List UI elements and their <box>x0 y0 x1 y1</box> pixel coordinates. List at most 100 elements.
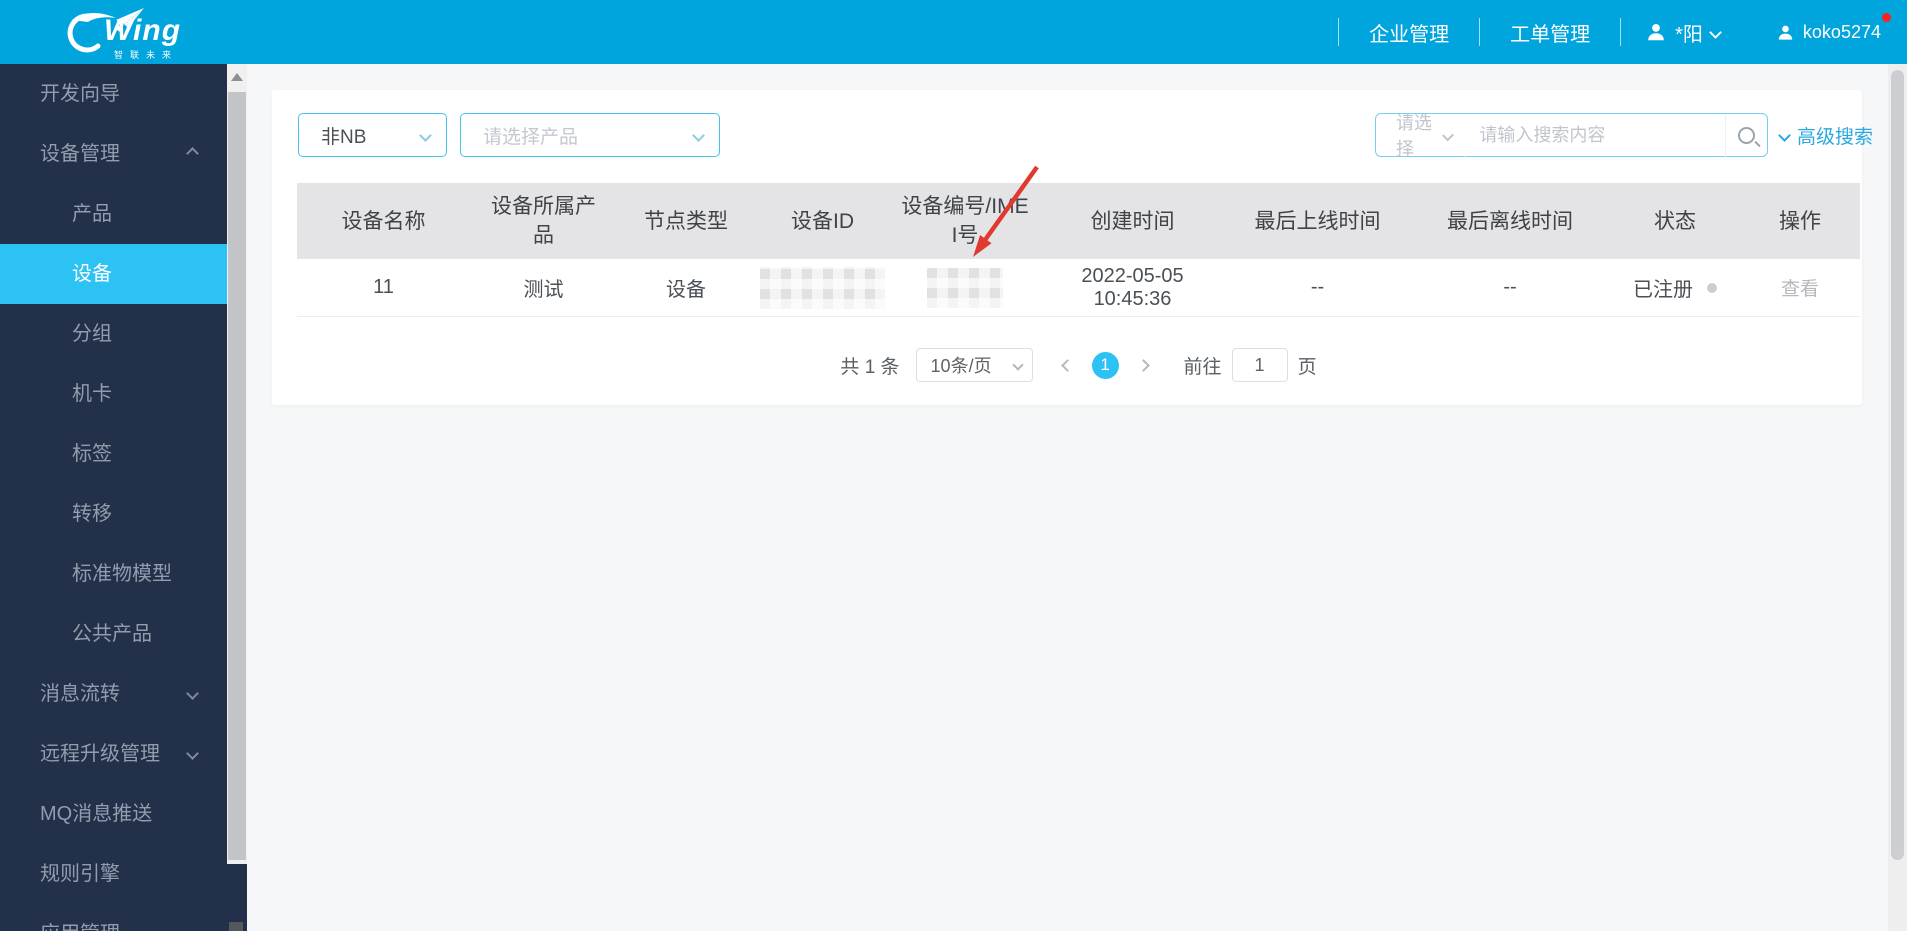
sidebar-item-label: 远程升级管理 <box>40 743 160 765</box>
cell-action: 查看 <box>1740 259 1860 316</box>
sidebar-item-label: 设备 <box>72 263 112 285</box>
sidebar-item-product[interactable]: 产品 <box>0 184 227 244</box>
page-size-select[interactable]: 10条/页 <box>915 348 1033 382</box>
col-status: 状态 <box>1654 209 1696 233</box>
sidebar-item-label: 产品 <box>72 203 112 225</box>
sidebar-item-standard-model[interactable]: 标准物模型 <box>0 544 227 604</box>
sidebar-item-label: 分组 <box>72 323 112 345</box>
cell-imei <box>890 259 1040 316</box>
status-dot-icon <box>1707 282 1717 293</box>
col-device-id: 设备ID <box>791 209 854 233</box>
cell-created-at: 2022-05-05 10:45:36 <box>1081 264 1184 310</box>
chevron-down-icon <box>1778 128 1791 142</box>
sidebar-item-rule-engine[interactable]: 规则引擎 <box>0 844 227 904</box>
device-table: 设备名称 设备所属产品 节点类型 设备ID 设备编号/IMEI号 创建时间 最后… <box>297 183 1860 317</box>
table-row: 11 测试 设备 2022-05-05 10:45:36 -- -- 已注册 查… <box>297 259 1860 317</box>
col-device-name: 设备名称 <box>341 209 426 233</box>
sidebar-item-label: 设备管理 <box>40 143 120 165</box>
page-number-1[interactable]: 1 <box>1091 351 1119 379</box>
sidebar-item-app-mgmt[interactable]: 应用管理 <box>0 904 227 931</box>
col-product: 设备所属产品 <box>491 195 596 247</box>
chevron-down-icon <box>419 128 432 142</box>
sidebar-item-dev-wizard[interactable]: 开发向导 <box>0 64 227 124</box>
sidebar-item-group[interactable]: 分组 <box>0 304 227 364</box>
divider <box>1479 18 1481 46</box>
sidebar-item-label: 转移 <box>72 503 112 525</box>
search-button[interactable] <box>1726 114 1767 156</box>
product-select[interactable]: 请选择产品 <box>460 113 720 157</box>
sidebar-item-mq-push[interactable]: MQ消息推送 <box>0 784 227 844</box>
scrollbar-thumb[interactable] <box>228 92 246 860</box>
cell-last-offline: -- <box>1503 276 1517 298</box>
advanced-search-label: 高级搜索 <box>1797 126 1874 148</box>
header-nav: 企业管理 工单管理 *阳 koko5274 <box>1314 12 1891 47</box>
nav-workorder-mgmt[interactable]: 工单管理 <box>1504 18 1596 47</box>
sidebar-nav: 开发向导 设备管理 产品 设备 分组 机卡 标签 转移 标准物模型 公共产品 消… <box>0 64 227 931</box>
next-page-button[interactable] <box>1133 358 1154 373</box>
pagination: 共 1 条 10条/页 1 前往 页 <box>297 343 1860 387</box>
nav-enterprise-mgmt[interactable]: 企业管理 <box>1363 18 1455 47</box>
user-menu[interactable]: *阳 <box>1645 18 1722 47</box>
chevron-down-icon <box>186 687 199 700</box>
sidebar-item-device[interactable]: 设备 <box>0 244 227 304</box>
chevron-down-icon <box>186 747 199 760</box>
col-created-at: 创建时间 <box>1090 209 1175 233</box>
col-imei: 设备编号/IMEI号 <box>901 195 1029 247</box>
search-field-placeholder: 请选择 <box>1396 113 1432 159</box>
page-scrollbar-thumb[interactable] <box>1891 70 1904 860</box>
divider <box>1620 18 1622 46</box>
page-scrollbar[interactable] <box>1888 64 1907 931</box>
device-type-value: 非NB <box>321 126 367 148</box>
chevron-down-icon <box>1709 25 1722 39</box>
chevron-left-icon <box>1060 358 1074 372</box>
person-icon <box>1648 24 1664 41</box>
page-size-value: 10条/页 <box>930 356 992 376</box>
cell-product: 测试 <box>523 279 564 301</box>
sidebar-item-public-product[interactable]: 公共产品 <box>0 604 227 664</box>
goto-page-input[interactable] <box>1231 348 1288 382</box>
sidebar-item-label: 公共产品 <box>72 623 152 645</box>
scrollbar-corner <box>229 922 243 931</box>
brand-tagline: 智联未来 <box>114 50 179 60</box>
account-menu[interactable]: koko5274 <box>1776 12 1891 43</box>
redacted-imei <box>927 267 1003 308</box>
product-select-placeholder: 请选择产品 <box>483 126 579 148</box>
device-type-select[interactable]: 非NB <box>298 113 447 157</box>
person-icon <box>1778 25 1793 40</box>
sidebar-item-device-mgmt[interactable]: 设备管理 <box>0 124 227 184</box>
brand-logo[interactable]: Wing 智联未来 <box>58 4 188 60</box>
sidebar-item-label: 机卡 <box>72 383 112 405</box>
sidebar-item-sim-card[interactable]: 机卡 <box>0 364 227 424</box>
scroll-up-arrow-icon[interactable] <box>231 73 243 81</box>
divider <box>1338 18 1340 46</box>
view-link[interactable]: 查看 <box>1781 274 1819 301</box>
chevron-up-icon <box>186 147 199 160</box>
account-name: koko5274 <box>1802 21 1881 42</box>
chevron-down-icon <box>1011 359 1024 371</box>
user-short-name: *阳 <box>1675 23 1703 46</box>
notification-badge <box>1882 12 1891 22</box>
brand-name: Wing <box>104 14 182 47</box>
sidebar-item-label: 应用管理 <box>40 923 120 931</box>
sidebar-item-message-flow[interactable]: 消息流转 <box>0 664 227 724</box>
app-header: Wing 智联未来 企业管理 工单管理 *阳 koko5274 <box>0 0 1907 64</box>
prev-page-button[interactable] <box>1057 358 1078 373</box>
sidebar-item-label: 规则引擎 <box>40 863 120 885</box>
sidebar-item-transfer[interactable]: 转移 <box>0 484 227 544</box>
sidebar-item-label: MQ消息推送 <box>40 803 153 825</box>
sidebar-item-label: 消息流转 <box>40 683 120 705</box>
search-field-select[interactable]: 请选择 <box>1376 113 1465 159</box>
status-text: 已注册 <box>1633 279 1693 301</box>
sidebar-item-ota-mgmt[interactable]: 远程升级管理 <box>0 724 227 784</box>
cell-device-name: 11 <box>373 276 394 298</box>
col-last-online: 最后上线时间 <box>1254 209 1381 233</box>
sidebar-item-label: 标准物模型 <box>72 563 172 585</box>
col-node-type: 节点类型 <box>644 209 728 233</box>
page-unit-label: 页 <box>1297 356 1317 378</box>
advanced-search-toggle[interactable]: 高级搜索 <box>1778 113 1874 157</box>
search-icon <box>1738 126 1756 144</box>
sidebar-scrollbar[interactable] <box>227 64 247 931</box>
sidebar-item-tag[interactable]: 标签 <box>0 424 227 484</box>
search-input[interactable] <box>1465 114 1726 156</box>
chevron-right-icon <box>1136 358 1150 372</box>
